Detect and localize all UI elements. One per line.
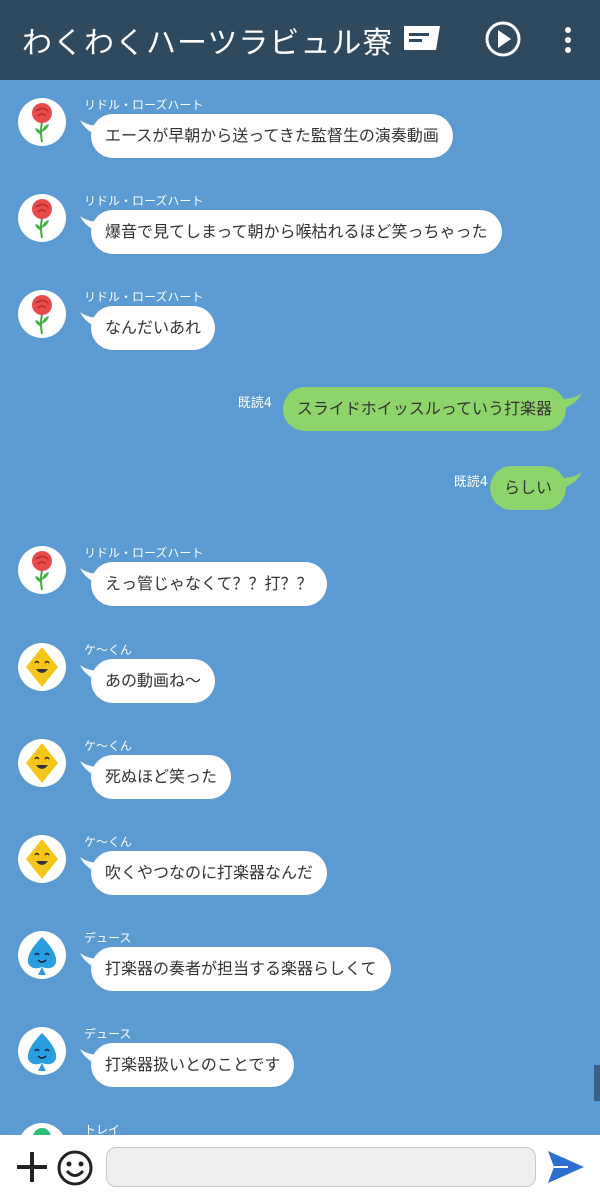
- sender-name: トレイ: [84, 1123, 121, 1135]
- rose-icon[interactable]: [18, 546, 66, 594]
- sender-name: リドル・ローズハート: [84, 546, 204, 560]
- read-receipt: 既読4: [453, 475, 488, 490]
- message-bubble[interactable]: スライドホイッスルっていう打楽器: [282, 387, 566, 431]
- more-icon[interactable]: [560, 26, 576, 58]
- sender-name: デュース: [84, 1027, 132, 1041]
- message-bubble[interactable]: 打楽器の奏者が担当する楽器らしくて: [91, 947, 391, 991]
- sender-name: ケ〜くん: [84, 739, 133, 753]
- rose-icon[interactable]: [18, 290, 66, 338]
- clover-icon[interactable]: [18, 1123, 66, 1135]
- diamond-face-icon[interactable]: [18, 835, 66, 883]
- sender-name: ケ〜くん: [84, 835, 133, 849]
- spade-face-icon[interactable]: [18, 1027, 66, 1075]
- message-bubble[interactable]: らしい: [489, 466, 566, 510]
- rose-icon[interactable]: [18, 98, 66, 146]
- send-icon[interactable]: [546, 1149, 586, 1189]
- message-bubble[interactable]: 死ぬほど笑った: [91, 755, 232, 799]
- message-bubble[interactable]: 吹くやつなのに打楽器なんだ: [91, 851, 328, 895]
- diamond-face-icon[interactable]: [18, 739, 66, 787]
- sender-name: リドル・ローズハート: [84, 98, 204, 112]
- message-bubble[interactable]: エースが早朝から送ってきた監督生の演奏動画: [91, 114, 453, 158]
- message-bubble[interactable]: なんだいあれ: [91, 306, 216, 350]
- spade-face-icon[interactable]: [18, 931, 66, 979]
- plus-icon[interactable]: [14, 1149, 50, 1189]
- message-bubble[interactable]: 爆音で見てしまって朝から喉枯れるほど笑っちゃった: [91, 210, 502, 254]
- chat-area[interactable]: リドル・ローズハート エースが早朝から送ってきた監督生の演奏動画 リドル・ローズ…: [0, 80, 600, 1135]
- emoji-icon[interactable]: [56, 1149, 94, 1191]
- sender-name: ケ〜くん: [84, 643, 133, 657]
- message-input[interactable]: [106, 1147, 536, 1187]
- header-bar: わくわくハーツラビュル寮: [0, 0, 600, 80]
- sender-name: リドル・ローズハート: [84, 194, 204, 208]
- play-icon[interactable]: [484, 20, 522, 62]
- message-bubble[interactable]: あの動画ね〜: [91, 659, 216, 703]
- diamond-face-icon[interactable]: [18, 643, 66, 691]
- read-receipt: 既読4: [237, 396, 272, 411]
- message-bubble[interactable]: 打楽器扱いとのことです: [91, 1043, 295, 1087]
- scrollbar-thumb[interactable]: [594, 1065, 600, 1101]
- chat-title: わくわくハーツラビュル寮: [22, 26, 394, 61]
- message-bubble[interactable]: えっ管じゃなくて？？打？？: [91, 562, 327, 606]
- sender-name: デュース: [84, 931, 132, 945]
- sender-name: リドル・ローズハート: [84, 290, 204, 304]
- rose-icon[interactable]: [18, 194, 66, 242]
- message-icon[interactable]: [402, 24, 442, 60]
- input-bar: [0, 1135, 600, 1200]
